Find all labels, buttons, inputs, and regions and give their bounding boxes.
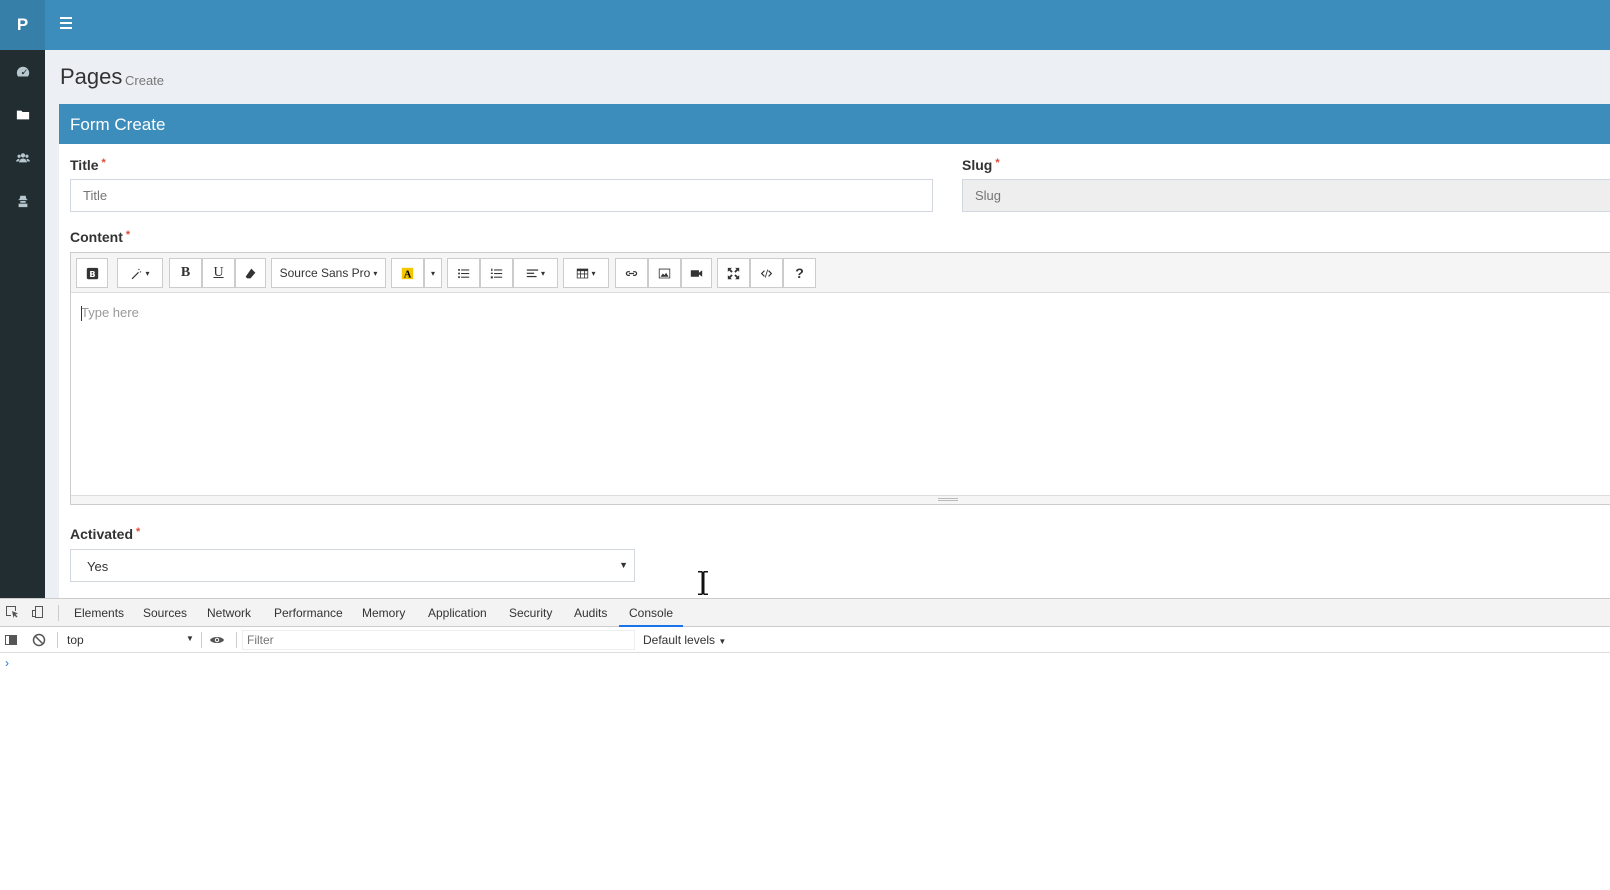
table-icon <box>577 268 589 278</box>
eye-icon[interactable] <box>210 633 224 647</box>
brand-logo[interactable]: P <box>0 0 45 50</box>
unordered-list-button[interactable] <box>447 258 480 288</box>
form-box: Form Create Title* Slug* Content* B ▾ B … <box>59 104 1610 604</box>
code-view-button[interactable] <box>750 258 783 288</box>
user-secret-icon <box>18 195 27 207</box>
text-cursor-icon <box>698 571 708 595</box>
tab-network[interactable]: Network <box>207 599 251 627</box>
help-button[interactable]: ? <box>783 258 816 288</box>
box-title: Form Create <box>59 104 1610 144</box>
sidebar-item-pages[interactable] <box>0 93 45 136</box>
devtools-panel: Elements Sources Network Performance Mem… <box>0 598 1610 890</box>
devtools-tabs: Elements Sources Network Performance Mem… <box>0 599 1610 627</box>
editor-toolbar: B ▾ B U Source Sans Pro ▾ A ▾ ▾ ▾ ? <box>71 253 1610 293</box>
fullscreen-button[interactable] <box>717 258 750 288</box>
sidebar <box>0 50 45 610</box>
tab-application[interactable]: Application <box>428 599 487 627</box>
eraser-icon <box>245 268 256 278</box>
list-ol-icon <box>490 268 503 278</box>
divider <box>57 632 58 648</box>
activated-select[interactable]: Yes ▼ <box>70 549 635 582</box>
tab-security[interactable]: Security <box>509 599 552 627</box>
svg-text:B: B <box>89 268 95 278</box>
picture-button[interactable] <box>648 258 681 288</box>
sidebar-item-roles[interactable] <box>0 179 45 222</box>
divider <box>201 632 202 648</box>
font-color-icon: A <box>401 267 414 280</box>
device-toolbar-icon[interactable] <box>31 605 45 619</box>
bold-button[interactable]: B <box>169 258 202 288</box>
color-dropdown-toggle[interactable]: ▾ <box>424 258 442 288</box>
clear-console-icon[interactable] <box>32 633 46 647</box>
editor-resize-handle[interactable] <box>71 495 1610 504</box>
slug-label: Slug * <box>962 157 1000 173</box>
rich-text-editor: B ▾ B U Source Sans Pro ▾ A ▾ ▾ ▾ ? Type… <box>70 252 1610 595</box>
console-filter-input[interactable] <box>242 630 635 650</box>
tab-audits[interactable]: Audits <box>574 599 607 627</box>
tab-elements[interactable]: Elements <box>74 599 124 627</box>
video-button[interactable] <box>681 258 712 288</box>
tab-console[interactable]: Console <box>619 599 684 627</box>
divider <box>236 632 237 648</box>
slug-input[interactable] <box>962 179 1610 212</box>
console-prompt[interactable]: › <box>5 656 9 670</box>
underline-button[interactable]: U <box>202 258 235 288</box>
log-levels-dropdown[interactable]: Default levels ▼ <box>643 633 726 647</box>
users-icon <box>15 152 30 162</box>
page-subtitle: Create <box>125 73 165 88</box>
folder-icon <box>16 110 29 119</box>
font-family-dropdown[interactable]: Source Sans Pro ▾ <box>271 258 386 288</box>
tab-memory[interactable]: Memory <box>362 599 405 627</box>
text-color-button[interactable]: A <box>391 258 424 288</box>
video-icon <box>690 269 703 277</box>
console-toolbar: top ▼ Default levels ▼ <box>0 627 1610 653</box>
caret-down-icon: ▼ <box>186 634 194 643</box>
table-dropdown[interactable]: ▾ <box>563 258 609 288</box>
title-input[interactable] <box>70 179 933 212</box>
chevron-down-icon: ▼ <box>619 560 628 570</box>
magic-style-dropdown[interactable]: ▾ <box>117 258 163 288</box>
page-title: Pages <box>60 64 123 89</box>
list-ul-icon <box>458 268 470 278</box>
sidebar-item-dashboard[interactable] <box>0 50 45 93</box>
clear-format-button[interactable] <box>235 258 266 288</box>
context-selector[interactable]: top <box>67 633 84 647</box>
sidebar-item-users[interactable] <box>0 136 45 179</box>
activated-label: Activated * <box>70 526 141 542</box>
style-button[interactable]: B <box>76 258 108 288</box>
svg-text:A: A <box>404 269 412 279</box>
link-icon <box>625 270 638 276</box>
dashboard-icon <box>16 66 29 77</box>
top-navbar <box>45 0 1610 50</box>
link-button[interactable] <box>615 258 648 288</box>
tab-sources[interactable]: Sources <box>143 599 187 627</box>
magic-wand-icon <box>132 268 142 279</box>
expand-icon <box>727 267 740 279</box>
title-label: Title * <box>70 157 106 173</box>
picture-icon <box>658 268 671 278</box>
inspect-element-icon[interactable] <box>5 605 19 619</box>
code-icon <box>760 268 773 278</box>
divider <box>58 605 59 621</box>
align-left-icon <box>526 268 539 277</box>
text-caret <box>81 306 82 321</box>
content-label: Content * <box>70 229 131 245</box>
editor-placeholder[interactable]: Type here <box>81 305 139 320</box>
paragraph-align-dropdown[interactable]: ▾ <box>513 258 558 288</box>
ordered-list-button[interactable] <box>480 258 513 288</box>
bootstrap-icon: B <box>86 267 98 279</box>
tab-performance[interactable]: Performance <box>274 599 343 627</box>
sidebar-toggle-icon[interactable] <box>4 633 18 647</box>
sidebar-toggle-icon[interactable] <box>60 17 72 31</box>
